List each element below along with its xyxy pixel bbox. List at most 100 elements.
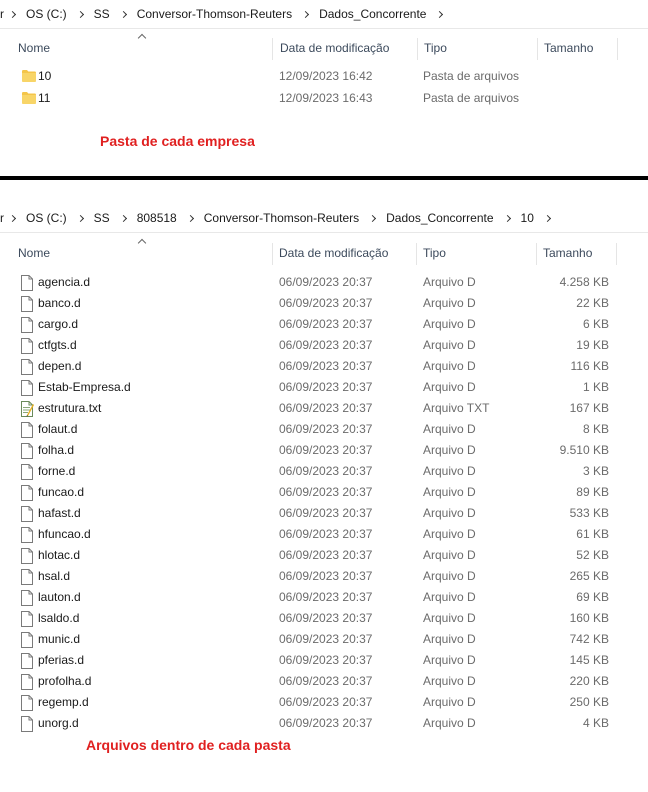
- file-type: Arquivo D: [423, 653, 476, 667]
- file-row[interactable]: folha.d 06/09/2023 20:37 Arquivo D 9.510 KB: [0, 440, 648, 461]
- file-type: Arquivo D: [423, 464, 476, 478]
- breadcrumb-item[interactable]: Conversor-Thomson-Reuters: [204, 211, 359, 225]
- file-row[interactable]: regemp.d 06/09/2023 20:37 Arquivo D 250 KB: [0, 692, 648, 713]
- breadcrumb-item[interactable]: Dados_Concorrente: [386, 211, 493, 225]
- file-type: Arquivo D: [423, 527, 476, 541]
- file-row[interactable]: funcao.d 06/09/2023 20:37 Arquivo D 89 KB: [0, 482, 648, 503]
- breadcrumb-item[interactable]: OS (C:): [26, 211, 67, 225]
- column-header-type[interactable]: Tipo: [417, 241, 446, 265]
- file-size: 220 KB: [569, 674, 609, 688]
- file-row[interactable]: ctfgts.d 06/09/2023 20:37 Arquivo D 19 KB: [0, 335, 648, 356]
- column-header-name[interactable]: Nome: [12, 241, 50, 265]
- file-name: hafast.d: [38, 506, 81, 520]
- file-size: 167 KB: [569, 401, 609, 415]
- file-row[interactable]: profolha.d 06/09/2023 20:37 Arquivo D 220 K…: [0, 671, 648, 692]
- file-row[interactable]: estrutura.txt 06/09/2023 20:37 Arquivo TXT…: [0, 398, 648, 419]
- modified-date: 06/09/2023 20:37: [279, 317, 373, 331]
- modified-date: 12/09/2023 16:43: [279, 91, 373, 105]
- file-row[interactable]: agencia.d 06/09/2023 20:37 Arquivo D 4.258 …: [0, 272, 648, 293]
- file-row[interactable]: forne.d 06/09/2023 20:37 Arquivo D 3 KB: [0, 461, 648, 482]
- file-row[interactable]: hafast.d 06/09/2023 20:37 Arquivo D 533 KB: [0, 503, 648, 524]
- modified-date: 06/09/2023 20:37: [279, 569, 373, 583]
- breadcrumb-item[interactable]: Conversor-Thomson-Reuters: [137, 7, 292, 21]
- file-row[interactable]: munic.d 06/09/2023 20:37 Arquivo D 742 KB: [0, 629, 648, 650]
- column-divider[interactable]: [272, 38, 273, 60]
- file-row[interactable]: pferias.d 06/09/2023 20:37 Arquivo D 145 KB: [0, 650, 648, 671]
- chevron-right-icon[interactable]: [76, 8, 84, 20]
- breadcrumb-item[interactable]: SS: [94, 7, 110, 21]
- file-type: Arquivo TXT: [423, 401, 490, 415]
- file-type: Arquivo D: [423, 485, 476, 499]
- chevron-right-icon[interactable]: [186, 212, 194, 224]
- chevron-right-icon[interactable]: [543, 212, 551, 224]
- file-row[interactable]: hfuncao.d 06/09/2023 20:37 Arquivo D 61 KB: [0, 524, 648, 545]
- file-icon: [20, 653, 34, 669]
- file-icon: [20, 275, 34, 291]
- chevron-right-icon[interactable]: [8, 8, 17, 20]
- column-header-date[interactable]: Data de modificação: [273, 241, 388, 265]
- column-header-name[interactable]: Nome: [12, 36, 50, 60]
- breadcrumb-item[interactable]: r: [0, 211, 4, 225]
- file-type: Arquivo D: [423, 611, 476, 625]
- file-name: hlotac.d: [38, 548, 81, 562]
- file-row[interactable]: cargo.d 06/09/2023 20:37 Arquivo D 6 KB: [0, 314, 648, 335]
- column-divider[interactable]: [617, 38, 618, 60]
- file-name: banco.d: [38, 296, 81, 310]
- file-icon: [20, 548, 34, 564]
- chevron-right-icon[interactable]: [76, 212, 84, 224]
- file-icon: [20, 443, 34, 459]
- file-row[interactable]: folaut.d 06/09/2023 20:37 Arquivo D 8 KB: [0, 419, 648, 440]
- file-name: folaut.d: [38, 422, 78, 436]
- modified-date: 06/09/2023 20:37: [279, 359, 373, 373]
- file-size: 116 KB: [570, 359, 609, 373]
- column-header-row: Nome Data de modificação Tipo Tamanho: [0, 241, 648, 265]
- file-type: Arquivo D: [423, 317, 476, 331]
- column-header-date[interactable]: Data de modificação: [274, 36, 389, 60]
- file-row[interactable]: hsal.d 06/09/2023 20:37 Arquivo D 265 KB: [0, 566, 648, 587]
- modified-date: 06/09/2023 20:37: [279, 296, 373, 310]
- column-header-size[interactable]: Tamanho: [538, 36, 593, 60]
- divider: [0, 28, 648, 29]
- breadcrumb-item[interactable]: SS: [94, 211, 110, 225]
- file-size: 9.510 KB: [559, 443, 609, 457]
- chevron-right-icon[interactable]: [119, 8, 127, 20]
- folder-icon: [22, 92, 36, 104]
- file-type: Arquivo D: [423, 632, 476, 646]
- file-icon: [20, 632, 34, 648]
- file-row[interactable]: banco.d 06/09/2023 20:37 Arquivo D 22 KB: [0, 293, 648, 314]
- breadcrumb-item[interactable]: 10: [521, 211, 534, 225]
- breadcrumb-item[interactable]: 808518: [137, 211, 177, 225]
- breadcrumb-item[interactable]: r: [0, 7, 4, 21]
- file-type: Pasta de arquivos: [423, 69, 520, 83]
- chevron-right-icon[interactable]: [369, 212, 377, 224]
- chevron-right-icon[interactable]: [503, 212, 511, 224]
- file-icon: [20, 359, 34, 375]
- chevron-right-icon[interactable]: [119, 212, 127, 224]
- chevron-right-icon[interactable]: [8, 212, 17, 224]
- file-row[interactable]: hlotac.d 06/09/2023 20:37 Arquivo D 52 KB: [0, 545, 648, 566]
- file-row[interactable]: depen.d 06/09/2023 20:37 Arquivo D 116 KB: [0, 356, 648, 377]
- file-row[interactable]: lauton.d 06/09/2023 20:37 Arquivo D 69 KB: [0, 587, 648, 608]
- file-icon: [20, 611, 34, 627]
- modified-date: 06/09/2023 20:37: [279, 548, 373, 562]
- file-size: 8 KB: [582, 422, 609, 436]
- chevron-right-icon[interactable]: [436, 8, 444, 20]
- chevron-right-icon[interactable]: [302, 8, 310, 20]
- column-header-size[interactable]: Tamanho: [537, 241, 592, 265]
- file-size: 19 KB: [576, 338, 609, 352]
- folder-row[interactable]: 10 12/09/2023 16:42 Pasta de arquivos: [0, 66, 648, 87]
- file-row[interactable]: Estab-Empresa.d 06/09/2023 20:37 Arquivo D…: [0, 377, 648, 398]
- file-icon: [20, 317, 34, 333]
- file-row[interactable]: lsaldo.d 06/09/2023 20:37 Arquivo D 160 KB: [0, 608, 648, 629]
- modified-date: 06/09/2023 20:37: [279, 590, 373, 604]
- column-header-type[interactable]: Tipo: [418, 36, 447, 60]
- file-size: 4.258 KB: [559, 275, 609, 289]
- file-row[interactable]: unorg.d 06/09/2023 20:37 Arquivo D 4 KB: [0, 713, 648, 734]
- breadcrumb-item[interactable]: OS (C:): [26, 7, 67, 21]
- column-divider[interactable]: [616, 243, 617, 265]
- file-icon: [20, 674, 34, 690]
- folder-icon: [22, 70, 36, 82]
- folder-row[interactable]: 11 12/09/2023 16:43 Pasta de arquivos: [0, 88, 648, 109]
- breadcrumb-item[interactable]: Dados_Concorrente: [319, 7, 426, 21]
- modified-date: 06/09/2023 20:37: [279, 527, 373, 541]
